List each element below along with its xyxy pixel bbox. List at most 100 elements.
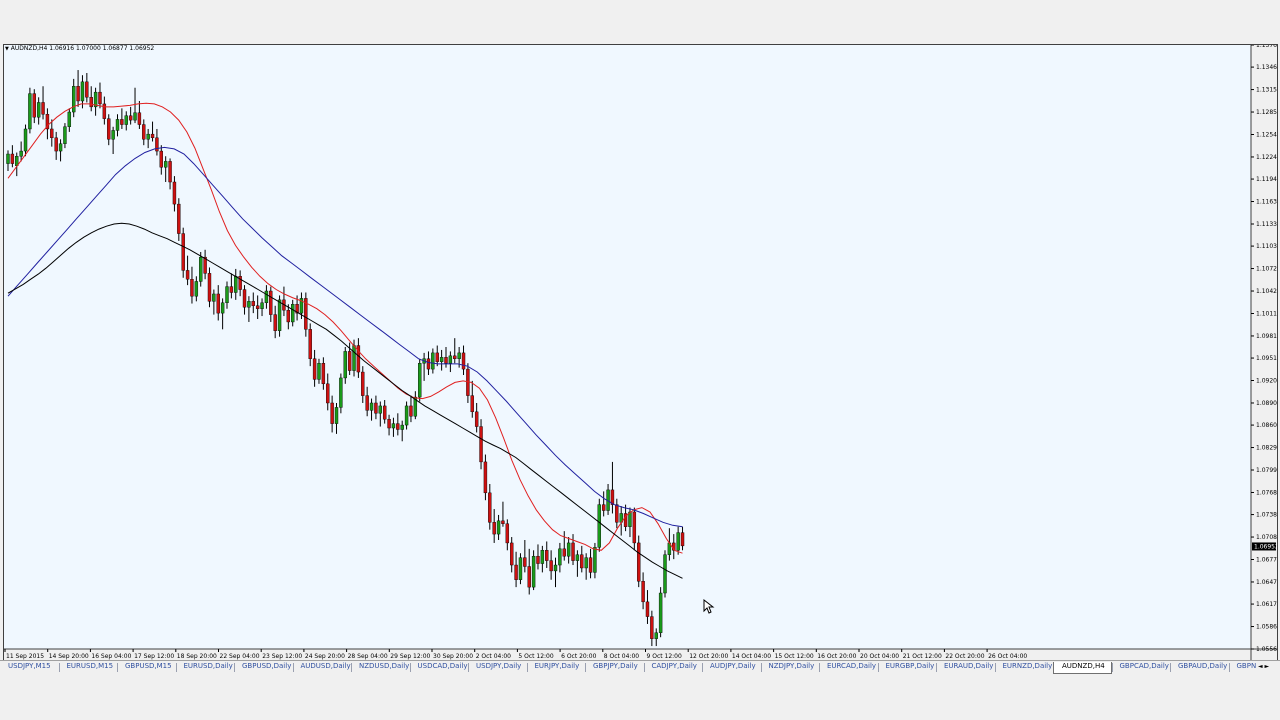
bullish-candle	[553, 564, 558, 572]
bullish-candle	[234, 276, 238, 293]
chart-tab[interactable]: USDJPY,M15	[0, 662, 59, 674]
bullish-candle	[194, 281, 199, 297]
bearish-candle	[650, 616, 654, 639]
bearish-candle	[374, 402, 378, 414]
chart-tab[interactable]: AUDUSD,Daily	[293, 662, 352, 674]
chart-tab[interactable]: AUDNZD,H4	[1053, 662, 1112, 674]
bullish-candle	[575, 554, 580, 561]
bearish-candle	[527, 566, 531, 588]
chart-tab[interactable]: NZDJPY,Daily	[761, 662, 820, 674]
bearish-candle	[326, 383, 330, 404]
chart-tab[interactable]: GBPJPY,Daily	[585, 662, 644, 674]
time-tick-label: 29 Sep 12:00	[390, 653, 430, 660]
bullish-candle	[6, 153, 10, 164]
price-tick-label: 1.13155	[1256, 87, 1277, 94]
bullish-candle	[225, 286, 229, 304]
bullish-candle	[531, 555, 536, 588]
chart-tab[interactable]: EURAUD,Daily	[936, 662, 995, 674]
bearish-candle	[229, 286, 234, 293]
price-tick-label: 1.09205	[1256, 378, 1277, 385]
chart-tab[interactable]: NZDUSD,Daily	[351, 662, 410, 674]
bullish-candle	[597, 504, 601, 548]
bearish-candle	[409, 405, 413, 417]
bullish-candle	[291, 304, 295, 323]
price-chart[interactable]: 1.13760 1.13460 1.13155 1.12850 1.12545 1.122…	[4, 45, 1277, 661]
price-tick-label: 1.06170	[1256, 601, 1277, 608]
chart-tab[interactable]: CADJPY,Daily	[644, 662, 703, 674]
dropdown-triangle-icon[interactable]: ▼	[5, 46, 9, 52]
bearish-candle	[382, 405, 387, 420]
bullish-candle	[343, 351, 347, 379]
bearish-candle	[10, 153, 15, 164]
bearish-candle	[562, 548, 566, 557]
symbol-ohlc-text: AUDNZD,H4 1.06916 1.07000 1.06877 1.0695…	[10, 45, 155, 52]
bearish-candle	[426, 358, 431, 370]
chart-tab[interactable]: GBPUSD,Daily	[234, 662, 293, 674]
time-tick-label: 20 Oct 04:00	[860, 653, 899, 660]
bearish-candle	[571, 542, 575, 561]
chart-tab[interactable]: EURNZD,Daily	[995, 662, 1054, 674]
bullish-candle	[404, 405, 409, 426]
bearish-candle	[89, 97, 93, 108]
chart-tab[interactable]: EURCAD,Daily	[819, 662, 878, 674]
time-tick-label: 28 Sep 04:00	[348, 653, 388, 660]
time-tick-label: 14 Oct 04:00	[732, 653, 771, 660]
bearish-candle	[142, 124, 146, 140]
bearish-candle	[505, 523, 510, 544]
bullish-candle	[124, 115, 128, 125]
bullish-candle	[163, 161, 168, 168]
chart-tab[interactable]: EURUSD,M15	[59, 662, 118, 674]
chart-tab[interactable]: AUDJPY,Daily	[702, 662, 761, 674]
bearish-candle	[308, 329, 312, 359]
bullish-candle	[496, 520, 501, 535]
bullish-candle	[654, 632, 658, 639]
bearish-candle	[172, 181, 177, 205]
bullish-candle	[439, 357, 444, 362]
time-tick-label: 6 Oct 20:00	[561, 653, 596, 660]
bearish-candle	[453, 355, 457, 359]
chart-tab[interactable]: GBPCAD,Daily	[1112, 662, 1171, 674]
chart-tab[interactable]: GBPUSD,M15	[117, 662, 176, 674]
toolbar-area	[0, 0, 1280, 44]
bullish-candle	[558, 548, 562, 566]
price-tick-label: 1.06470	[1256, 579, 1277, 586]
price-tick-label: 1.07685	[1256, 489, 1277, 496]
bullish-candle	[457, 352, 461, 359]
mouse-cursor-icon	[703, 599, 715, 614]
bearish-candle	[107, 118, 111, 140]
bearish-candle	[128, 115, 133, 121]
chart-tab[interactable]: USDJPY,Daily	[468, 662, 527, 674]
time-tick-label: 26 Oct 04:00	[988, 653, 1027, 660]
bullish-candle	[658, 592, 663, 633]
tab-scroll-arrows-icon[interactable]: ◄ ►	[1258, 663, 1269, 670]
chart-tab[interactable]: EURUSD,Daily	[176, 662, 235, 674]
chart-tab[interactable]: EURGBP,Daily	[878, 662, 937, 674]
chart-tab[interactable]: GBPN	[1229, 662, 1280, 674]
bearish-candle	[680, 532, 685, 547]
bearish-candle	[159, 150, 164, 168]
bullish-candle	[584, 557, 588, 569]
price-tick-label: 1.08600	[1256, 422, 1277, 429]
chart-tab[interactable]: GBPAUD,Daily	[1170, 662, 1229, 674]
bearish-candle	[523, 557, 527, 567]
bearish-candle	[76, 86, 80, 102]
bullish-candle	[115, 119, 120, 131]
bearish-candle	[120, 119, 124, 125]
chart-tab[interactable]: EURJPY,Daily	[527, 662, 586, 674]
price-tick-label: 1.10115	[1256, 310, 1277, 317]
bullish-candle	[369, 402, 374, 411]
time-tick-label: 22 Oct 20:00	[945, 653, 984, 660]
bullish-candle	[317, 363, 321, 380]
chart-window[interactable]: 1.13760 1.13460 1.13155 1.12850 1.12545 1.122…	[3, 44, 1278, 662]
bearish-candle	[637, 542, 641, 582]
chart-tab[interactable]: USDCAD,Daily	[410, 662, 469, 674]
bearish-candle	[347, 351, 352, 371]
bullish-candle	[566, 542, 571, 557]
bearish-candle	[641, 581, 645, 603]
bullish-candle	[400, 424, 404, 430]
bearish-candle	[54, 137, 58, 152]
bearish-candle	[251, 301, 255, 306]
bearish-candle	[492, 522, 496, 535]
bearish-candle	[255, 305, 260, 309]
bullish-candle	[36, 102, 41, 118]
